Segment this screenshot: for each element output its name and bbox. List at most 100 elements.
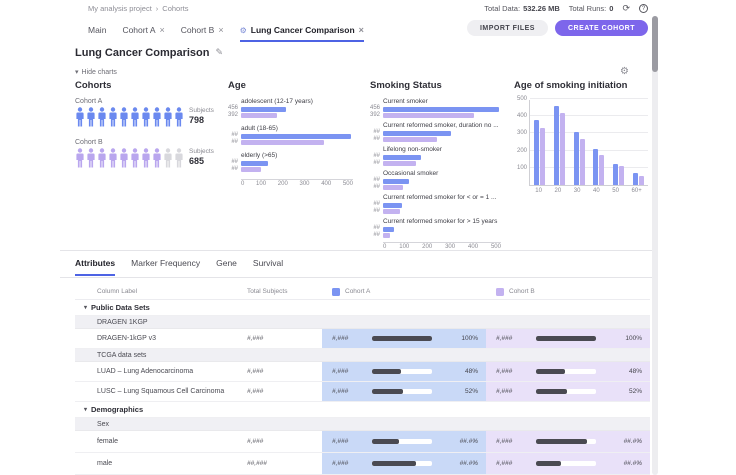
total-subjects-value: #,### bbox=[247, 329, 322, 348]
action-buttons: IMPORT FILES CREATE COHORT bbox=[467, 20, 648, 36]
bar-cohort-b bbox=[599, 155, 604, 185]
bar-track bbox=[372, 461, 432, 466]
bar-track bbox=[372, 439, 432, 444]
person-icons-row bbox=[75, 148, 189, 173]
create-cohort-button[interactable]: CREATE COHORT bbox=[555, 20, 648, 36]
tab-attributes[interactable]: Attributes bbox=[75, 258, 115, 276]
initiation-chart-panel: Age of smoking initiation 10020030040050… bbox=[514, 80, 648, 194]
table-row: male##,####,#####.#%#,#####.#% bbox=[75, 453, 650, 475]
tab-lung-cancer-comparison[interactable]: ⚙Lung Cancer Comparison× bbox=[240, 25, 364, 42]
bar-track bbox=[536, 439, 596, 444]
category-value-labels: #### bbox=[370, 194, 383, 215]
total-data-label: Total Data: bbox=[484, 4, 520, 13]
cohort-a-cell: #,#####.#% bbox=[322, 453, 486, 474]
person-icon bbox=[141, 148, 151, 173]
person-icons-row bbox=[75, 107, 189, 132]
bar-fill bbox=[536, 461, 561, 466]
subheader-row: TCGA data sets bbox=[75, 349, 650, 362]
subheader-row: Sex bbox=[75, 418, 650, 431]
bar-cohort-b bbox=[383, 185, 403, 190]
total-subjects-value: #,### bbox=[247, 431, 322, 452]
total-data-value: 532.26 MB bbox=[523, 4, 560, 13]
cohort-a-cell: #,#####.#% bbox=[322, 431, 486, 452]
value-label: ## bbox=[373, 160, 380, 167]
row-label: LUSC – Lung Squamous Cell Carcinoma bbox=[75, 382, 247, 401]
attributes-table: Column Label Total Subjects Cohort A Coh… bbox=[75, 284, 650, 475]
column-label-header[interactable]: Column Label bbox=[75, 288, 247, 295]
close-icon[interactable]: × bbox=[359, 25, 364, 35]
x-axis-tick: 0 bbox=[241, 181, 244, 187]
table-row: DRAGEN-1kGP v3#,####,###100%#,###100% bbox=[75, 329, 650, 349]
category-bars: Occasional smoker bbox=[383, 170, 508, 191]
tab-cohort-a[interactable]: Cohort A× bbox=[122, 25, 164, 42]
bar-cohort-a bbox=[383, 203, 402, 208]
person-icon bbox=[86, 148, 96, 173]
bar-cohort-a bbox=[383, 179, 409, 184]
x-axis-tick: 10 bbox=[535, 188, 542, 194]
category-label: adult (18-65) bbox=[241, 125, 356, 132]
category-value-labels: 456392 bbox=[228, 98, 241, 119]
chart-category-row: ####Current reformed smoker, duration no… bbox=[370, 122, 508, 143]
total-runs-value: 0 bbox=[609, 4, 613, 13]
bar-cohort-a bbox=[574, 132, 579, 185]
hide-charts-label: Hide charts bbox=[82, 69, 117, 76]
category-bars: Current reformed smoker for < or = 1 ... bbox=[383, 194, 508, 215]
vertical-scrollbar[interactable] bbox=[652, 16, 658, 475]
tab-cohort-b[interactable]: Cohort B× bbox=[181, 25, 224, 42]
bar-cohort-b bbox=[560, 113, 565, 185]
x-axis-tick: 500 bbox=[343, 181, 353, 187]
total-subjects-header[interactable]: Total Subjects bbox=[247, 288, 322, 295]
breadcrumb-project[interactable]: My analysis project bbox=[88, 4, 152, 13]
bar-fill bbox=[536, 389, 567, 394]
x-axis-tick: 30 bbox=[574, 188, 581, 194]
cohort-value: #,### bbox=[496, 335, 536, 342]
caret-down-icon[interactable]: ▾ bbox=[84, 406, 87, 413]
refresh-icon[interactable]: ⟳ bbox=[622, 4, 630, 13]
category-bars: adult (18-65) bbox=[241, 125, 356, 146]
tab-survival[interactable]: Survival bbox=[253, 258, 283, 276]
charts-settings-gear-icon[interactable]: ⚙ bbox=[620, 66, 629, 77]
value-label: ## bbox=[373, 129, 380, 136]
caret-down-icon[interactable]: ▾ bbox=[84, 304, 87, 311]
bar-cohort-b bbox=[241, 167, 261, 172]
hide-charts-toggle[interactable]: ▾ Hide charts bbox=[75, 68, 117, 76]
import-files-button[interactable]: IMPORT FILES bbox=[467, 20, 548, 36]
tab-marker-frequency[interactable]: Marker Frequency bbox=[131, 258, 200, 276]
help-icon[interactable]: ? bbox=[639, 4, 648, 13]
bar-track bbox=[536, 336, 596, 341]
total-runs-label: Total Runs: bbox=[569, 4, 607, 13]
bar-group-60+ bbox=[633, 173, 644, 185]
value-label: ## bbox=[231, 132, 238, 139]
person-icon bbox=[130, 148, 140, 173]
total-subjects-value: #,### bbox=[247, 382, 322, 401]
person-icon bbox=[174, 107, 184, 132]
tab-main[interactable]: Main bbox=[88, 25, 106, 42]
value-label: ## bbox=[373, 225, 380, 232]
category-label: adolescent (12-17 years) bbox=[241, 98, 356, 105]
category-label: Current smoker bbox=[383, 98, 508, 105]
bar-fill bbox=[536, 439, 587, 444]
smoking-chart-title: Smoking Status bbox=[370, 80, 508, 91]
scrollbar-thumb[interactable] bbox=[652, 16, 658, 72]
tab-gene[interactable]: Gene bbox=[216, 258, 237, 276]
age-chart-title: Age bbox=[228, 80, 356, 91]
bar-groups bbox=[530, 100, 648, 185]
bar-cohort-b bbox=[639, 176, 644, 185]
edit-title-icon[interactable]: ✎ bbox=[215, 48, 223, 58]
bar-cohort-b bbox=[241, 140, 324, 145]
person-icon bbox=[174, 148, 184, 173]
group-row-public-data-sets[interactable]: ▾Public Data Sets bbox=[75, 300, 650, 316]
top-stats: Total Data: 532.26 MB Total Runs: 0 ⟳ ? bbox=[484, 4, 648, 13]
bar-cohort-a bbox=[554, 106, 559, 185]
cohort-name: Cohort B bbox=[75, 139, 189, 146]
group-row-demographics[interactable]: ▾Demographics bbox=[75, 402, 650, 418]
close-icon[interactable]: × bbox=[160, 25, 165, 35]
x-axis-tick: 300 bbox=[299, 181, 309, 187]
breadcrumb-section[interactable]: Cohorts bbox=[162, 4, 188, 13]
bar-cohort-b bbox=[383, 113, 474, 118]
category-value-labels: 456392 bbox=[370, 98, 383, 119]
person-icon bbox=[141, 107, 151, 132]
bar-cohort-a bbox=[383, 155, 421, 160]
category-value-labels: #### bbox=[370, 146, 383, 167]
close-icon[interactable]: × bbox=[218, 25, 223, 35]
